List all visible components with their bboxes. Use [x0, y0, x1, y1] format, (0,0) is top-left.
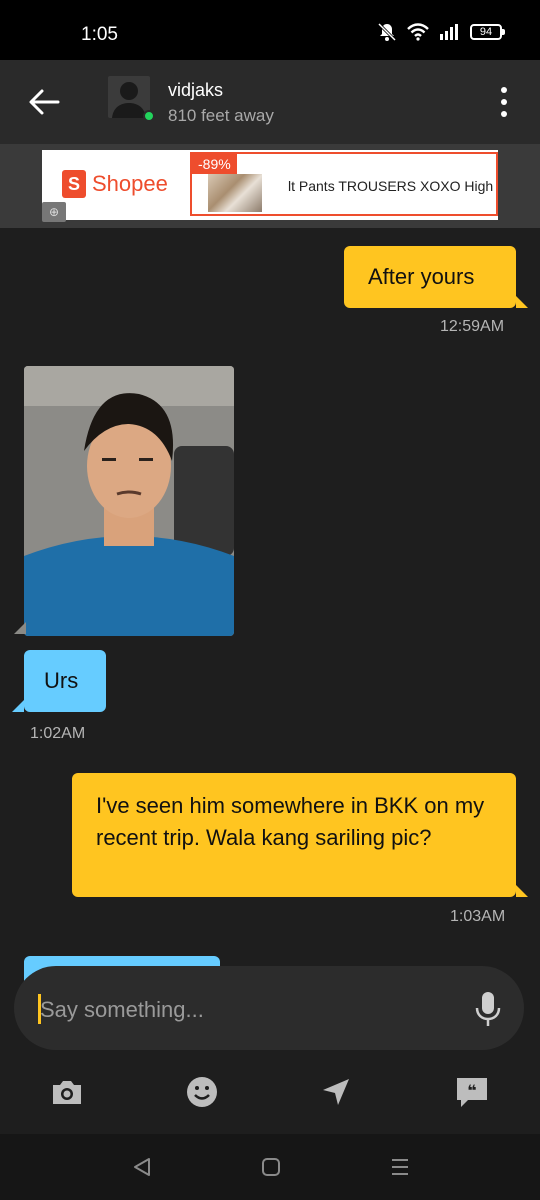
- received-photo[interactable]: [24, 366, 234, 636]
- message-timestamp: 12:59AM: [440, 318, 505, 335]
- message-received[interactable]: Urs: [12, 650, 106, 712]
- location-icon[interactable]: [318, 1074, 354, 1110]
- camera-icon[interactable]: [49, 1074, 85, 1110]
- message-sent[interactable]: I've seen him somewhere in BKK on my rec…: [72, 773, 528, 897]
- status-time: 1:05: [81, 24, 118, 45]
- status-icons: 94: [377, 22, 505, 42]
- message-sent[interactable]: After yours: [344, 246, 528, 308]
- profile-name[interactable]: vidjaks: [168, 80, 223, 101]
- nav-home-icon[interactable]: [259, 1155, 283, 1179]
- ad-banner[interactable]: S Shopee -89% lt Pants TROUSERS XOXO Hig…: [42, 150, 498, 220]
- message-timestamp: 1:02AM: [30, 725, 86, 742]
- ad-brand: Shopee: [92, 171, 168, 196]
- nav-menu-icon[interactable]: [388, 1155, 412, 1179]
- message-text: After yours: [368, 264, 475, 289]
- quick-reply-icon[interactable]: ❝: [454, 1074, 490, 1110]
- signal-icon: [440, 24, 458, 40]
- ad-product-text: lt Pants TROUSERS XOXO High: [288, 178, 494, 194]
- ad-discount-badge: -89%: [192, 154, 237, 174]
- message-timestamp: 1:03AM: [450, 908, 506, 925]
- mic-icon[interactable]: [474, 990, 502, 1028]
- photo-image: [24, 366, 234, 636]
- message-text: Urs: [44, 668, 79, 693]
- svg-text:❝: ❝: [467, 1081, 476, 1100]
- nav-back-icon[interactable]: [130, 1155, 154, 1179]
- shopping-bag-icon: S: [62, 170, 86, 198]
- ad-product-image: [208, 174, 262, 212]
- ad-strip: S Shopee -89% lt Pants TROUSERS XOXO Hig…: [0, 144, 540, 228]
- more-vert-icon[interactable]: [494, 84, 514, 120]
- message-text: I've seen him somewhere in BKK on my rec…: [96, 793, 485, 850]
- online-indicator: [143, 110, 155, 122]
- profile-distance: 810 feet away: [168, 106, 274, 125]
- status-bar: 1:05 94: [0, 0, 540, 60]
- battery-icon: 94: [470, 24, 505, 40]
- adchoices-icon[interactable]: ⊕: [42, 202, 66, 222]
- photo-tail: [14, 622, 26, 634]
- chat-header: vidjaks 810 feet away: [0, 60, 540, 144]
- back-arrow-icon[interactable]: [24, 82, 64, 122]
- wifi-icon: [407, 23, 429, 41]
- message-input[interactable]: [40, 994, 460, 1026]
- shopee-logo: S Shopee: [62, 170, 168, 198]
- smiley-icon[interactable]: [184, 1074, 220, 1110]
- chat-screen: 1:05 94 vidjaks 810 feet away S Shopee -…: [0, 0, 540, 1200]
- bell-off-icon: [377, 22, 397, 42]
